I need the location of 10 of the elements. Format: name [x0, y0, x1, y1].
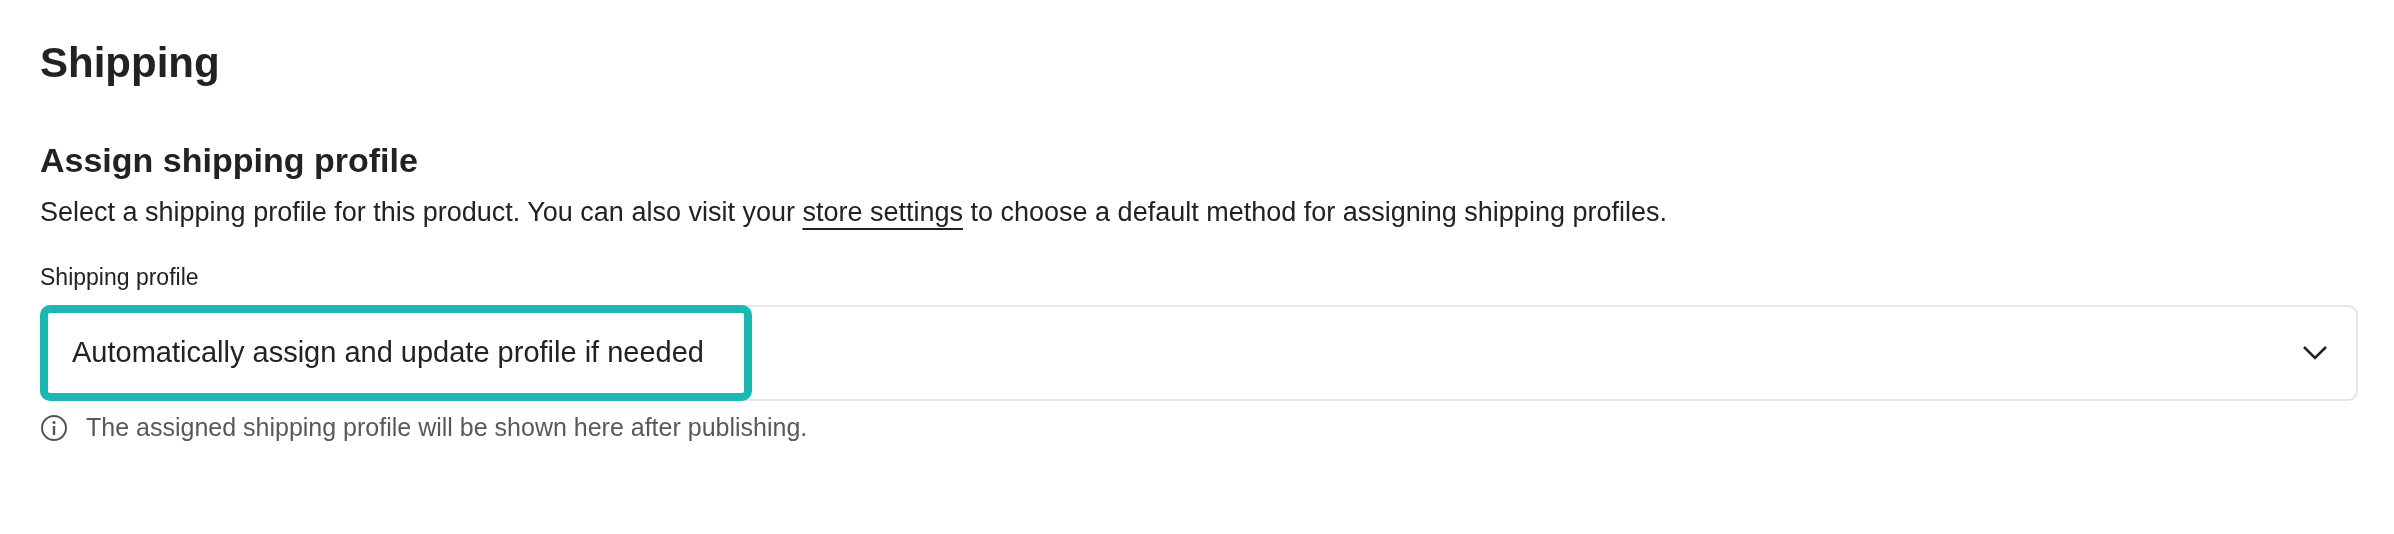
- page-title: Shipping: [40, 38, 221, 88]
- chevron-down-icon: [2302, 344, 2328, 361]
- selected-value: Automatically assign and update profile if needed: [40, 304, 752, 401]
- description-text: Select a shipping profile for this product. You can also visit your store settings to choose a default method for assigning shipping profiles.: [40, 196, 1668, 230]
- field-label: Shipping profile: [40, 263, 199, 293]
- store-settings-link[interactable]: store settings: [802, 197, 963, 228]
- help-text: The assigned shipping profile will be shown here after publishing.: [86, 411, 808, 443]
- info-icon: [40, 413, 68, 442]
- profile-select[interactable]: Automatically assign and update profile if needed: [40, 304, 2358, 401]
- section-heading: Assign shipping profile: [40, 140, 419, 182]
